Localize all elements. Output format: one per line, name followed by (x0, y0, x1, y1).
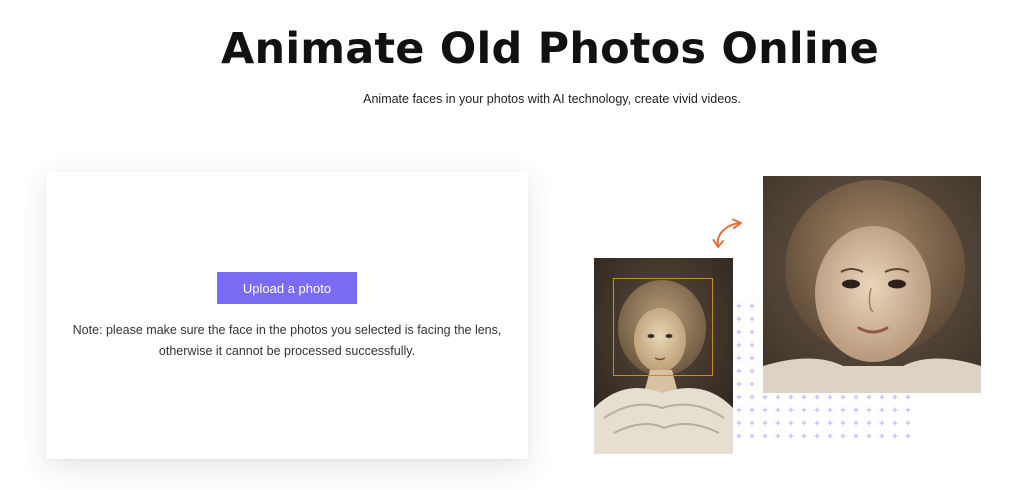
page-title: Animate Old Photos Online (221, 24, 879, 74)
animated-portrait-photo (763, 176, 981, 393)
face-detection-box (613, 278, 713, 376)
page-subtitle: Animate faces in your photos with AI tec… (363, 92, 741, 106)
upload-photo-button[interactable]: Upload a photo (217, 272, 357, 304)
upload-card: Upload a photo Note: please make sure th… (46, 172, 528, 459)
curved-arrow-icon (712, 218, 742, 248)
vintage-portrait-photo (594, 258, 733, 454)
upload-note: Note: please make sure the face in the p… (72, 323, 502, 358)
